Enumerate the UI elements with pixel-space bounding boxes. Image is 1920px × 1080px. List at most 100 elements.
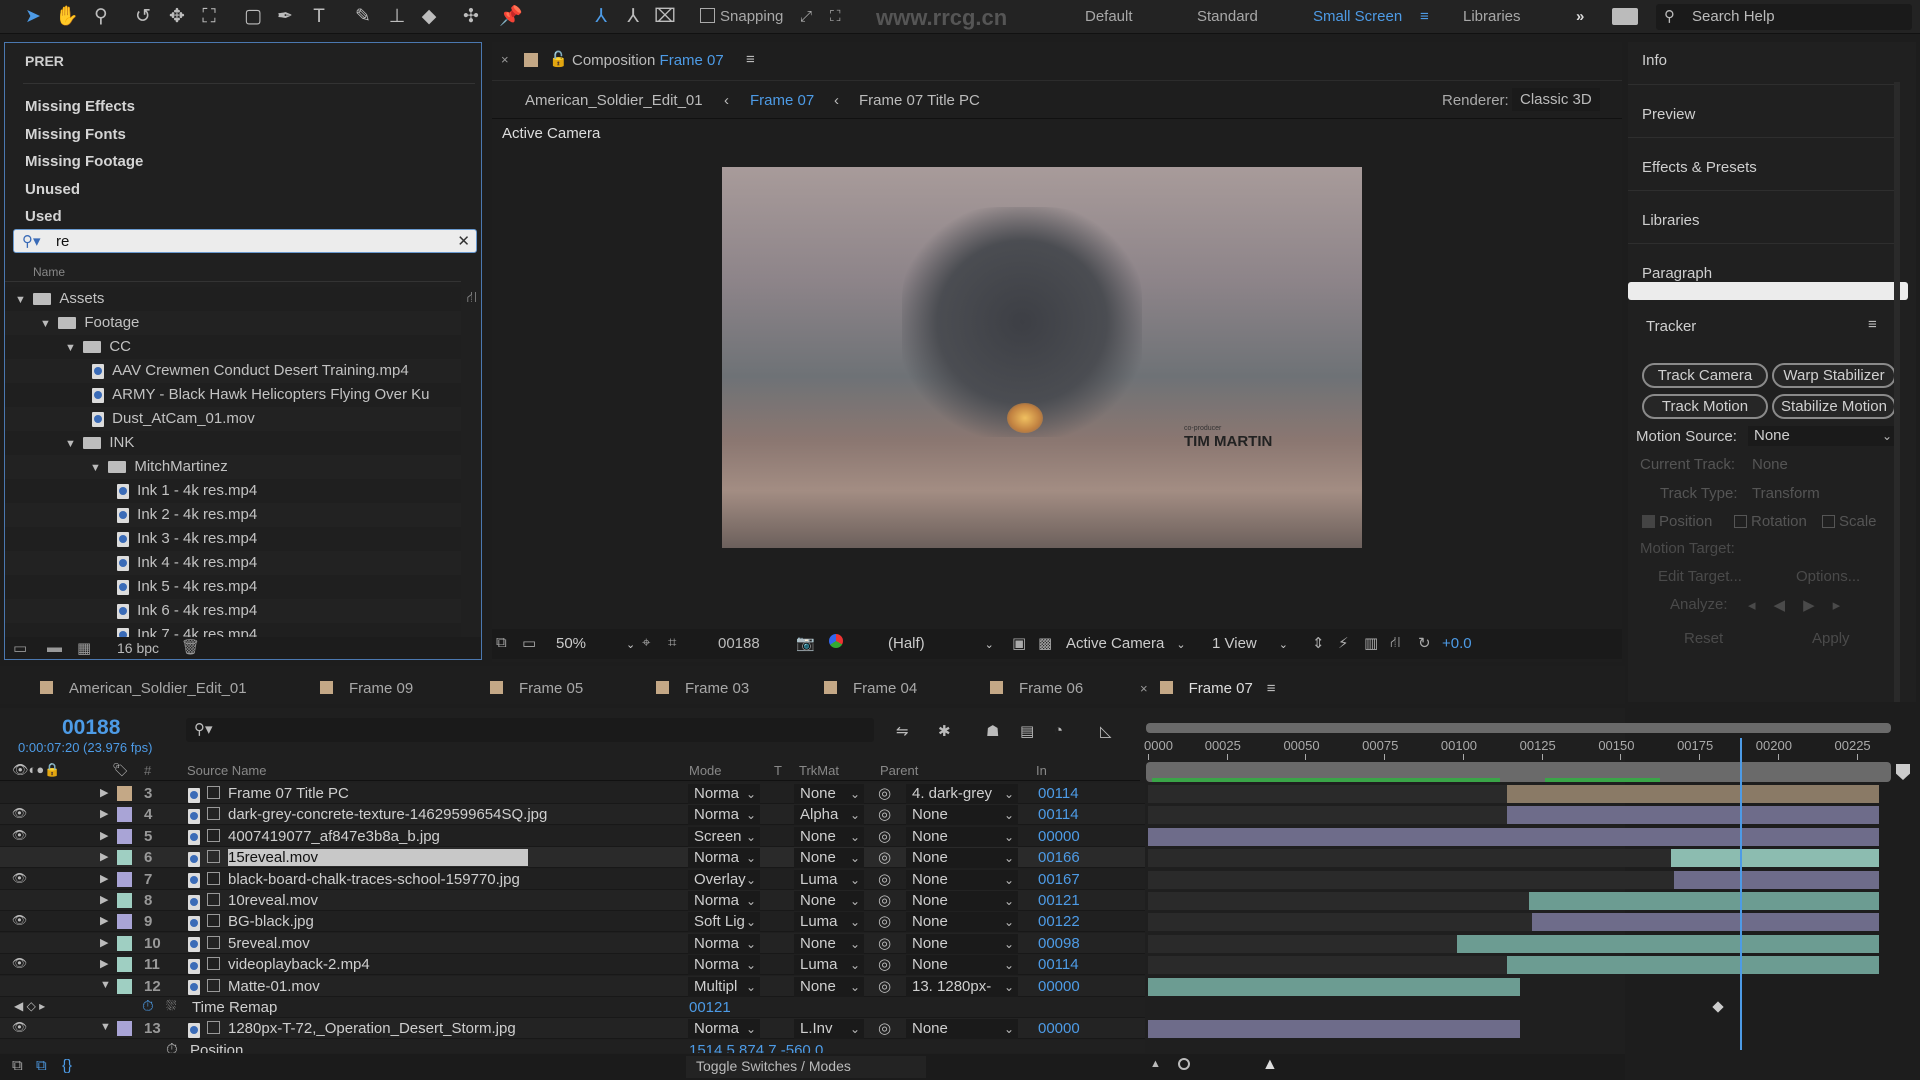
label-color-swatch[interactable] — [117, 850, 132, 866]
label-color-swatch[interactable] — [117, 871, 132, 887]
layer-row[interactable]: 👁 ▼ 13 1280px-T-72,_Operation_Desert_Storm.… — [0, 1018, 1145, 1040]
layer-duration-bar[interactable] — [1529, 892, 1879, 910]
composition-viewer[interactable]: co-producer TIM MARTIN — [722, 167, 1362, 548]
panel-divider-bar[interactable] — [1628, 282, 1908, 300]
layer-duration-bar[interactable] — [1506, 956, 1879, 975]
stopwatch-icon[interactable]: ⏱ — [166, 1041, 178, 1053]
track-matte-dropdown[interactable]: None ⌄ — [794, 933, 864, 954]
track-matte-dropdown[interactable]: None ⌄ — [794, 891, 864, 911]
current-time-display[interactable]: 00188 — [62, 716, 120, 740]
info-panel-tab[interactable]: Info — [1642, 52, 1667, 69]
layer-row[interactable]: ▶ 8 10reveal.mov Norma ⌄ None ⌄ ◎ None ⌄ 00121 — [0, 890, 1145, 911]
libraries-panel-tab[interactable]: Libraries — [1642, 212, 1700, 229]
in-point[interactable]: 00000 — [1038, 828, 1080, 845]
stabilize-motion-button[interactable]: Stabilize Motion — [1772, 394, 1896, 419]
disclosure-triangle-icon[interactable]: ▶ — [100, 893, 108, 906]
pick-whip-icon[interactable]: ◎ — [878, 977, 891, 995]
preview-panel-tab[interactable]: Preview — [1642, 106, 1695, 123]
current-track-dropdown[interactable]: None — [1752, 456, 1788, 473]
clone-stamp-tool-icon[interactable]: ⊥ — [384, 4, 410, 30]
disclosure-triangle-icon[interactable]: ▼ — [40, 312, 54, 336]
pan-behind-tool-icon[interactable]: ✥ — [164, 4, 190, 30]
in-point[interactable]: 00166 — [1038, 849, 1080, 866]
project-item[interactable]: Ink 1 - 4k res.mp4 — [5, 479, 461, 503]
layer-source-name[interactable]: videoplayback-2.mp4 — [228, 956, 370, 973]
disclosure-triangle-icon[interactable]: ▶ — [100, 936, 108, 949]
visibility-eye-icon[interactable]: 👁 — [12, 828, 27, 842]
channel-icon[interactable] — [829, 634, 843, 648]
layer-search-input[interactable]: ⚲▾ — [186, 718, 874, 742]
eraser-tool-icon[interactable]: ◆ — [416, 4, 442, 30]
parent-header[interactable]: Parent — [880, 763, 918, 778]
current-frame-field[interactable]: 00188 — [718, 635, 760, 652]
timeline-tab[interactable]: × Frame 07 ≡ — [1140, 680, 1276, 697]
workspace-menu-icon[interactable]: ≡ — [1420, 8, 1429, 25]
project-item[interactable]: Ink 3 - 4k res.mp4 — [5, 527, 461, 551]
parent-dropdown[interactable]: None ⌄ — [906, 1019, 1018, 1040]
disclosure-triangle-icon[interactable]: ▶ — [100, 872, 108, 885]
pick-whip-icon[interactable]: ◎ — [878, 934, 891, 952]
layer-duration-bar[interactable] — [1148, 1020, 1520, 1039]
breadcrumb-2[interactable]: Frame 07 Title PC — [859, 92, 980, 109]
comp-tab-label[interactable]: Composition Frame 07 — [572, 52, 724, 69]
blend-mode-dropdown[interactable]: Overlay ⌄ — [688, 869, 760, 890]
mode-header[interactable]: Mode — [689, 763, 722, 778]
keyframe[interactable] — [1712, 1001, 1724, 1013]
label-color-swatch[interactable] — [117, 914, 132, 930]
layer-duration-bar[interactable] — [1148, 827, 1879, 846]
label-color-swatch[interactable] — [117, 978, 132, 994]
pick-whip-icon[interactable]: ◎ — [878, 827, 891, 845]
property-value[interactable]: 1514.5,874.7,-560.0 — [689, 1042, 823, 1053]
workspace-small-screen[interactable]: Small Screen — [1313, 8, 1402, 25]
track-matte-dropdown[interactable]: None ⌄ — [794, 826, 864, 847]
track-type-dropdown[interactable]: Transform — [1752, 485, 1820, 502]
layer-source-name[interactable]: 1280px-T-72,_Operation_Desert_Storm.jpg — [228, 1020, 516, 1037]
parent-dropdown[interactable]: None ⌄ — [906, 805, 1018, 826]
sync-settings-icon[interactable] — [1612, 8, 1638, 25]
blend-mode-dropdown[interactable]: Norma ⌄ — [688, 805, 760, 826]
resolution-dropdown[interactable]: (Half) ⌄ — [888, 635, 994, 652]
project-item[interactable]: Ink 2 - 4k res.mp4 — [5, 503, 461, 527]
layer-row[interactable]: 👁 ▶ 9 BG-black.jpg Soft Lig ⌄ Luma ⌄ ◎ None ⌄ 00122 — [0, 911, 1145, 933]
interpret-footage-icon[interactable]: ▭ — [13, 639, 27, 657]
type-tool-icon[interactable]: T — [306, 4, 332, 30]
frame-blending-icon[interactable]: ▤ — [1020, 722, 1034, 740]
label-color-swatch[interactable] — [117, 957, 132, 973]
visibility-eye-icon[interactable]: 👁 — [12, 871, 27, 885]
parent-dropdown[interactable]: None ⌄ — [906, 891, 1018, 911]
track-matte-dropdown[interactable]: Luma ⌄ — [794, 912, 864, 933]
rotate-tool-icon[interactable]: ↺ — [130, 4, 156, 30]
parent-dropdown[interactable]: None ⌄ — [906, 955, 1018, 976]
layer-row[interactable]: ▼ 12 Matte-01.mov Multipl ⌄ None ⌄ ◎ 13. 1280px-… — [0, 975, 1145, 997]
zoom-out-icon[interactable]: ▲ — [1150, 1058, 1161, 1070]
in-out-icon[interactable]: {} — [62, 1057, 72, 1074]
project-item[interactable]: ▼ INK — [5, 431, 461, 455]
project-item[interactable]: ▼ CC — [5, 335, 461, 359]
zoom-dropdown[interactable]: 50% ⌄ — [556, 635, 635, 652]
rectangle-tool-icon[interactable]: ▢ — [240, 4, 266, 30]
in-point[interactable]: 00114 — [1038, 806, 1079, 823]
in-header[interactable]: In — [1036, 763, 1047, 778]
layer-source-name[interactable]: Frame 07 Title PC — [228, 785, 349, 802]
layer-row[interactable]: 👁 ▶ 7 black-board-chalk-traces-school-15977… — [0, 868, 1145, 890]
project-search-input[interactable]: ⚲▾ re ✕ — [13, 229, 477, 253]
scale-checkbox[interactable]: Scale — [1822, 513, 1877, 530]
region-of-interest-icon[interactable]: ⌖ — [642, 634, 650, 651]
in-point[interactable]: 00098 — [1038, 935, 1080, 952]
panel-menu-icon[interactable]: ≡ — [1267, 680, 1276, 697]
time-navigator[interactable] — [1146, 723, 1891, 733]
visibility-eye-icon[interactable]: 👁 — [12, 956, 27, 970]
puppet-tool-icon[interactable]: ✣ — [458, 4, 484, 30]
blend-mode-dropdown[interactable]: Norma ⌄ — [688, 933, 760, 954]
new-folder-icon[interactable]: ▬ — [47, 639, 62, 656]
blend-mode-dropdown[interactable]: Norma ⌄ — [688, 848, 760, 869]
time-ruler[interactable]: 0000 00025 00050 00075 00100 00125 00150 00175 0… — [1144, 736, 1891, 762]
label-color-swatch[interactable] — [117, 828, 132, 844]
toggle-switches-modes-button[interactable]: Toggle Switches / Modes — [686, 1056, 926, 1078]
in-point[interactable]: 00114 — [1038, 785, 1079, 802]
grid-icon[interactable]: ⌗ — [668, 634, 676, 651]
renderer-value[interactable]: Classic 3D — [1512, 88, 1600, 111]
region-tool-icon[interactable]: ⛶ — [196, 4, 222, 30]
blend-mode-dropdown[interactable]: Norma ⌄ — [688, 784, 760, 804]
draft-3d-icon[interactable]: ✱ — [938, 722, 951, 740]
